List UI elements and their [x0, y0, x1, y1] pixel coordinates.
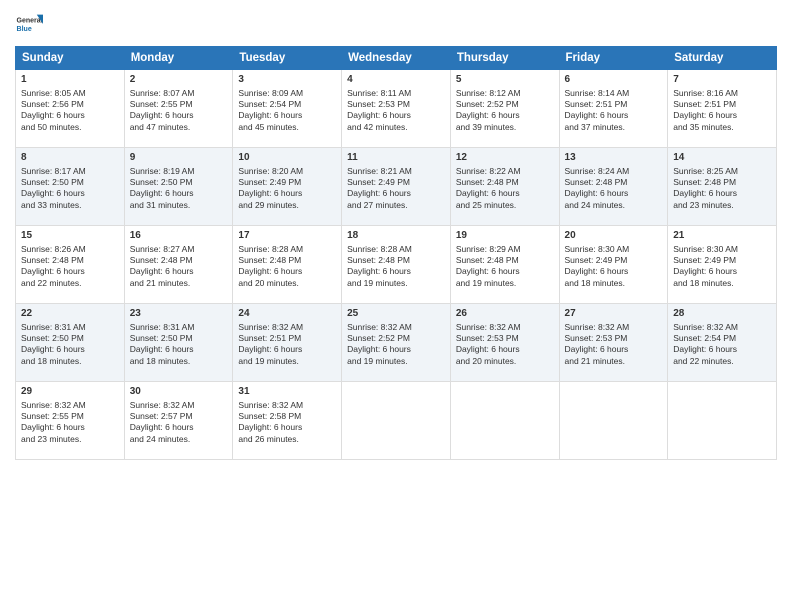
day-number: 24: [238, 307, 336, 321]
header: General Blue: [15, 10, 777, 38]
calendar-cell: 11Sunrise: 8:21 AMSunset: 2:49 PMDayligh…: [342, 148, 451, 226]
day-number: 12: [456, 151, 554, 165]
weekday-header-saturday: Saturday: [668, 47, 777, 70]
day-number: 28: [673, 307, 771, 321]
calendar-cell: 12Sunrise: 8:22 AMSunset: 2:48 PMDayligh…: [450, 148, 559, 226]
logo-icon: General Blue: [15, 10, 43, 38]
weekday-header-monday: Monday: [124, 47, 233, 70]
svg-text:General: General: [17, 17, 43, 24]
calendar-cell: 27Sunrise: 8:32 AMSunset: 2:53 PMDayligh…: [559, 304, 668, 382]
calendar-week-row: 22Sunrise: 8:31 AMSunset: 2:50 PMDayligh…: [16, 304, 777, 382]
day-number: 31: [238, 385, 336, 399]
day-number: 16: [130, 229, 228, 243]
day-number: 14: [673, 151, 771, 165]
calendar-cell: 26Sunrise: 8:32 AMSunset: 2:53 PMDayligh…: [450, 304, 559, 382]
weekday-header-friday: Friday: [559, 47, 668, 70]
calendar-table: SundayMondayTuesdayWednesdayThursdayFrid…: [15, 46, 777, 460]
calendar-cell: 4Sunrise: 8:11 AMSunset: 2:53 PMDaylight…: [342, 70, 451, 148]
calendar-cell: 24Sunrise: 8:32 AMSunset: 2:51 PMDayligh…: [233, 304, 342, 382]
day-number: 9: [130, 151, 228, 165]
calendar-cell: 20Sunrise: 8:30 AMSunset: 2:49 PMDayligh…: [559, 226, 668, 304]
calendar-body: 1Sunrise: 8:05 AMSunset: 2:56 PMDaylight…: [16, 70, 777, 460]
page: General Blue SundayMondayTuesdayWednesda…: [0, 0, 792, 612]
weekday-header-thursday: Thursday: [450, 47, 559, 70]
calendar-cell: 31Sunrise: 8:32 AMSunset: 2:58 PMDayligh…: [233, 382, 342, 460]
calendar-cell: 10Sunrise: 8:20 AMSunset: 2:49 PMDayligh…: [233, 148, 342, 226]
weekday-header-row: SundayMondayTuesdayWednesdayThursdayFrid…: [16, 47, 777, 70]
day-number: 10: [238, 151, 336, 165]
calendar-cell: 18Sunrise: 8:28 AMSunset: 2:48 PMDayligh…: [342, 226, 451, 304]
calendar-cell: 8Sunrise: 8:17 AMSunset: 2:50 PMDaylight…: [16, 148, 125, 226]
calendar-cell: 2Sunrise: 8:07 AMSunset: 2:55 PMDaylight…: [124, 70, 233, 148]
calendar-week-row: 29Sunrise: 8:32 AMSunset: 2:55 PMDayligh…: [16, 382, 777, 460]
calendar-cell: 28Sunrise: 8:32 AMSunset: 2:54 PMDayligh…: [668, 304, 777, 382]
calendar-cell: 9Sunrise: 8:19 AMSunset: 2:50 PMDaylight…: [124, 148, 233, 226]
calendar-cell: 5Sunrise: 8:12 AMSunset: 2:52 PMDaylight…: [450, 70, 559, 148]
day-number: 2: [130, 73, 228, 87]
calendar-cell: [450, 382, 559, 460]
calendar-cell: 16Sunrise: 8:27 AMSunset: 2:48 PMDayligh…: [124, 226, 233, 304]
calendar-cell: 21Sunrise: 8:30 AMSunset: 2:49 PMDayligh…: [668, 226, 777, 304]
calendar-cell: 3Sunrise: 8:09 AMSunset: 2:54 PMDaylight…: [233, 70, 342, 148]
day-number: 19: [456, 229, 554, 243]
weekday-header-sunday: Sunday: [16, 47, 125, 70]
day-number: 6: [565, 73, 663, 87]
calendar-week-row: 1Sunrise: 8:05 AMSunset: 2:56 PMDaylight…: [16, 70, 777, 148]
day-number: 11: [347, 151, 445, 165]
calendar-cell: 17Sunrise: 8:28 AMSunset: 2:48 PMDayligh…: [233, 226, 342, 304]
calendar-cell: 29Sunrise: 8:32 AMSunset: 2:55 PMDayligh…: [16, 382, 125, 460]
calendar-week-row: 15Sunrise: 8:26 AMSunset: 2:48 PMDayligh…: [16, 226, 777, 304]
logo: General Blue: [15, 10, 43, 38]
calendar-cell: 22Sunrise: 8:31 AMSunset: 2:50 PMDayligh…: [16, 304, 125, 382]
day-number: 25: [347, 307, 445, 321]
day-number: 18: [347, 229, 445, 243]
calendar-cell: 23Sunrise: 8:31 AMSunset: 2:50 PMDayligh…: [124, 304, 233, 382]
calendar-cell: [668, 382, 777, 460]
day-number: 8: [21, 151, 119, 165]
day-number: 3: [238, 73, 336, 87]
day-number: 4: [347, 73, 445, 87]
day-number: 27: [565, 307, 663, 321]
day-number: 1: [21, 73, 119, 87]
day-number: 23: [130, 307, 228, 321]
day-number: 30: [130, 385, 228, 399]
calendar-week-row: 8Sunrise: 8:17 AMSunset: 2:50 PMDaylight…: [16, 148, 777, 226]
day-number: 21: [673, 229, 771, 243]
calendar-cell: 13Sunrise: 8:24 AMSunset: 2:48 PMDayligh…: [559, 148, 668, 226]
weekday-header-tuesday: Tuesday: [233, 47, 342, 70]
calendar-cell: [559, 382, 668, 460]
calendar-cell: 30Sunrise: 8:32 AMSunset: 2:57 PMDayligh…: [124, 382, 233, 460]
calendar-cell: 7Sunrise: 8:16 AMSunset: 2:51 PMDaylight…: [668, 70, 777, 148]
day-number: 22: [21, 307, 119, 321]
calendar-cell: 19Sunrise: 8:29 AMSunset: 2:48 PMDayligh…: [450, 226, 559, 304]
day-number: 15: [21, 229, 119, 243]
svg-text:Blue: Blue: [17, 26, 32, 33]
calendar-cell: 1Sunrise: 8:05 AMSunset: 2:56 PMDaylight…: [16, 70, 125, 148]
day-number: 26: [456, 307, 554, 321]
day-number: 13: [565, 151, 663, 165]
calendar-cell: 25Sunrise: 8:32 AMSunset: 2:52 PMDayligh…: [342, 304, 451, 382]
calendar-cell: [342, 382, 451, 460]
day-number: 17: [238, 229, 336, 243]
calendar-cell: 15Sunrise: 8:26 AMSunset: 2:48 PMDayligh…: [16, 226, 125, 304]
calendar-cell: 14Sunrise: 8:25 AMSunset: 2:48 PMDayligh…: [668, 148, 777, 226]
weekday-header-wednesday: Wednesday: [342, 47, 451, 70]
day-number: 5: [456, 73, 554, 87]
day-number: 20: [565, 229, 663, 243]
day-number: 7: [673, 73, 771, 87]
day-number: 29: [21, 385, 119, 399]
calendar-cell: 6Sunrise: 8:14 AMSunset: 2:51 PMDaylight…: [559, 70, 668, 148]
